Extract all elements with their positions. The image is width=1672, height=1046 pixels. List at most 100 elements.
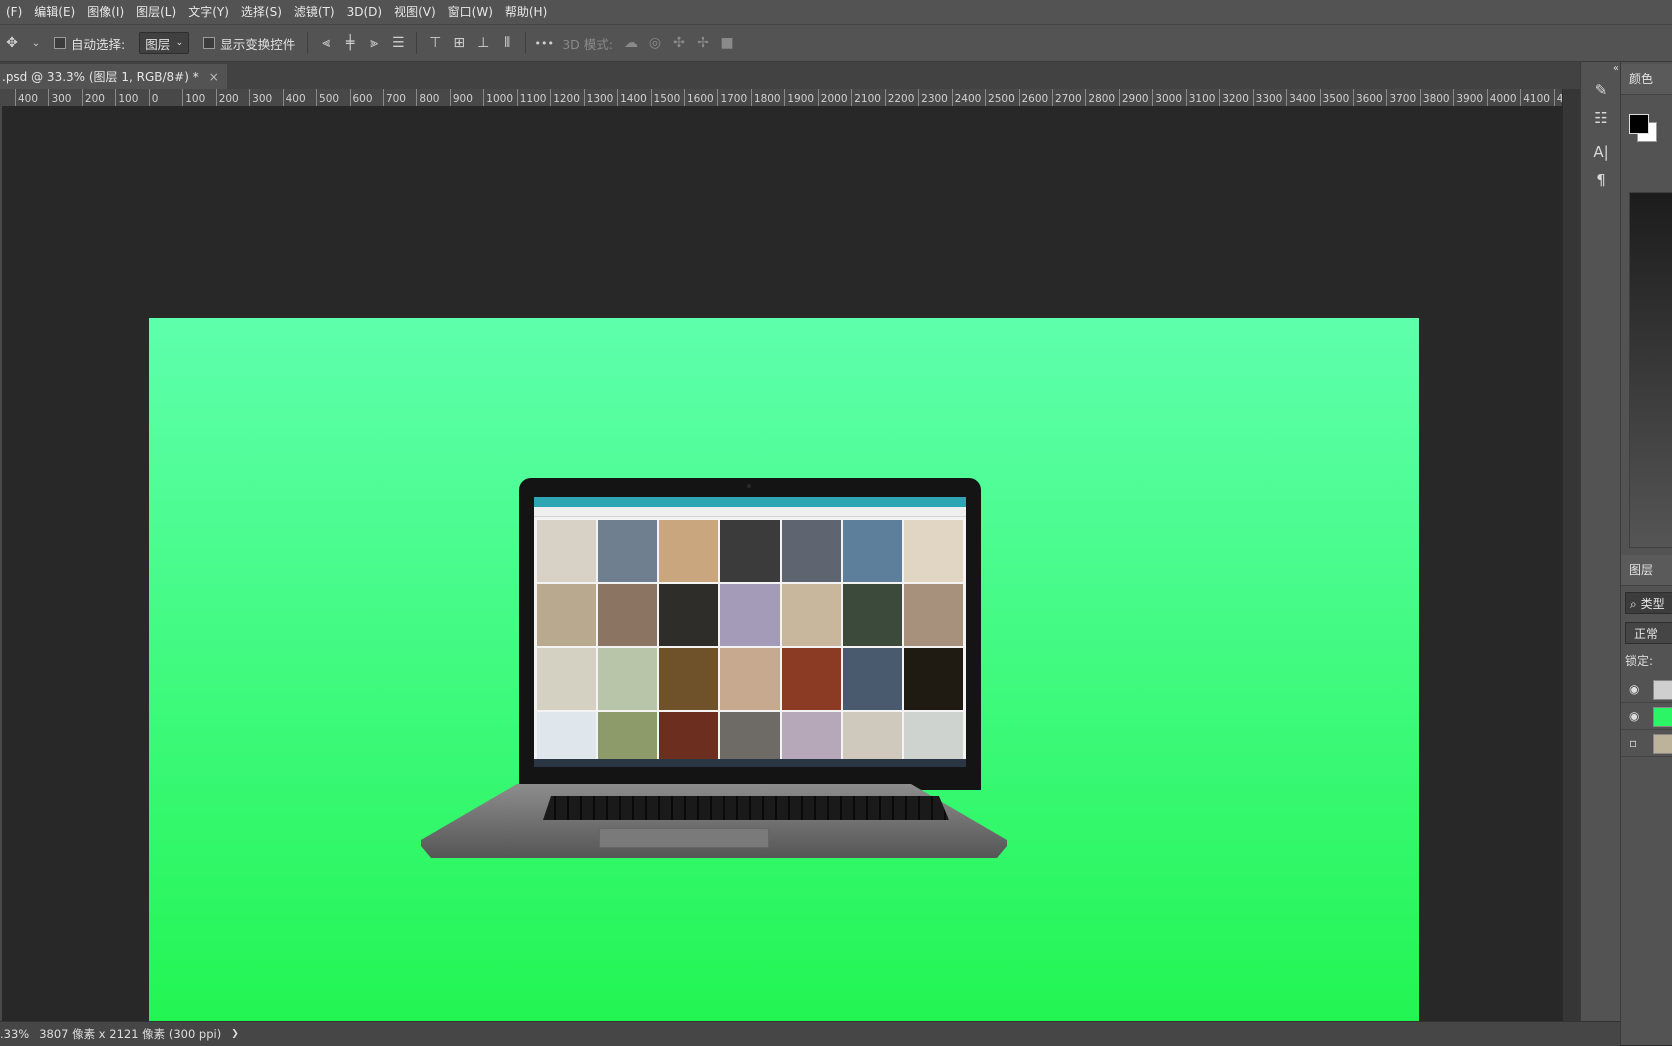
status-menu-arrow[interactable]: ❯: [231, 1029, 239, 1039]
ruler-tick: 3200: [1219, 89, 1249, 106]
menu-image[interactable]: 图像(I): [81, 0, 130, 24]
3d-pan-icon[interactable]: ✣: [669, 33, 689, 53]
ruler-tick: 2500: [985, 89, 1015, 106]
tab-layers[interactable]: 图层: [1621, 555, 1672, 586]
ruler-tick: 3100: [1185, 89, 1216, 106]
3d-camera-icon[interactable]: ■: [717, 33, 737, 53]
browser-address-bar: [534, 507, 966, 517]
ruler-tick: 1600: [684, 89, 714, 106]
ruler-tick: 1400: [617, 89, 647, 106]
layer-thumbnail: [1653, 734, 1672, 754]
blend-mode-dropdown[interactable]: 正常: [1625, 622, 1672, 644]
foreground-color-swatch[interactable]: [1629, 114, 1649, 134]
layer-row[interactable]: ◉: [1621, 703, 1672, 730]
ruler-tick: 4100: [1520, 89, 1550, 106]
distribute-vertical-icon[interactable]: ⫴: [497, 33, 517, 53]
photo-tile: [781, 520, 841, 582]
color-spectrum[interactable]: [1629, 192, 1672, 548]
paragraph-icon[interactable]: ¶: [1581, 166, 1621, 194]
3d-slide-icon[interactable]: ✢: [693, 33, 713, 53]
document-tab-title: .psd @ 33.3% (图层 1, RGB/8#) *: [2, 70, 199, 84]
ruler-tick: 500: [316, 89, 340, 106]
vertical-scrollbar[interactable]: [1562, 89, 1581, 1021]
webcam: [747, 484, 751, 488]
menu-help[interactable]: 帮助(H): [499, 0, 553, 24]
ruler-tick: 1200: [550, 89, 580, 106]
distribute-horizontal-icon[interactable]: ☰: [388, 33, 408, 53]
menu-select[interactable]: 选择(S): [235, 0, 288, 24]
menu-edit[interactable]: 编辑(E): [28, 0, 81, 24]
menu-window[interactable]: 窗口(W): [442, 0, 499, 24]
auto-select-dropdown[interactable]: 图层 ⌄: [139, 32, 190, 54]
auto-select-checkbox[interactable]: 自动选择:: [54, 34, 125, 53]
eye-hidden-icon[interactable]: ▫: [1629, 736, 1637, 750]
menu-type[interactable]: 文字(Y): [182, 0, 235, 24]
align-hcenter-icon[interactable]: ╪: [340, 33, 360, 53]
menu-3d[interactable]: 3D(D): [341, 0, 388, 24]
ruler-tick: 1700: [717, 89, 748, 106]
auto-select-value: 图层: [145, 36, 171, 52]
ruler-tick: 1800: [750, 89, 781, 106]
laptop-image: [419, 478, 1009, 866]
menu-filter[interactable]: 滤镜(T): [288, 0, 341, 24]
search-icon: ⌕: [1630, 597, 1637, 611]
layer-filter-dropdown[interactable]: ⌕ 类型: [1625, 592, 1672, 614]
ruler-tick: 2100: [851, 89, 881, 106]
3d-roll-icon[interactable]: ◎: [645, 33, 665, 53]
screen-taskbar: [534, 759, 966, 767]
ruler-tick: 700: [382, 89, 406, 106]
photo-tile: [842, 648, 902, 710]
document-tab[interactable]: .psd @ 33.3% (图层 1, RGB/8#) * ×: [0, 64, 227, 89]
menu-view[interactable]: 视图(V): [388, 0, 442, 24]
checkbox-box[interactable]: [203, 37, 216, 49]
document-tab-bar: .psd @ 33.3% (图层 1, RGB/8#) * ×: [0, 62, 1580, 89]
layer-row[interactable]: ◉: [1621, 676, 1672, 703]
chevron-down-icon[interactable]: ⌄: [26, 33, 46, 53]
ruler-tick: 2700: [1051, 89, 1082, 106]
align-left-icon[interactable]: ⫷: [316, 33, 336, 53]
canvas-area[interactable]: [2, 106, 1562, 1024]
laptop-lid: [519, 478, 981, 790]
photo-tile: [659, 520, 719, 582]
menu-bar: (F) 编辑(E) 图像(I) 图层(L) 文字(Y) 选择(S) 滤镜(T) …: [0, 0, 1672, 24]
align-vcenter-icon[interactable]: ⊞: [449, 33, 469, 53]
close-icon[interactable]: ×: [209, 70, 219, 84]
photo-tile: [781, 648, 841, 710]
photo-tile: [903, 584, 963, 646]
ruler-tick: 2900: [1118, 89, 1149, 106]
show-transform-checkbox[interactable]: 显示变换控件: [203, 34, 295, 53]
align-top-icon[interactable]: ⊤: [425, 33, 445, 53]
ruler-tick: 2800: [1085, 89, 1116, 106]
align-right-icon[interactable]: ⫸: [364, 33, 384, 53]
checkbox-box[interactable]: [54, 37, 66, 49]
move-tool-icon[interactable]: ✥: [2, 33, 22, 53]
ruler-tick: 100: [182, 89, 206, 106]
layer-thumbnail: [1653, 707, 1672, 727]
more-options-button[interactable]: •••: [534, 33, 554, 53]
character-icon[interactable]: A|: [1581, 138, 1621, 166]
divider: [525, 32, 527, 54]
align-bottom-icon[interactable]: ⊥: [473, 33, 493, 53]
laptop-screen: [534, 497, 966, 767]
ruler-tick: 3300: [1252, 89, 1283, 106]
tab-color[interactable]: 颜色: [1621, 64, 1672, 95]
horizontal-ruler[interactable]: 400 300 200 100 0 100 200 300 400 500 600 700 800 900…: [0, 89, 1562, 107]
eye-icon[interactable]: ◉: [1629, 682, 1639, 696]
eye-icon[interactable]: ◉: [1629, 709, 1639, 723]
layer-row[interactable]: ▫: [1621, 730, 1672, 757]
photo-tile: [781, 584, 841, 646]
collapse-icon[interactable]: «: [1581, 62, 1621, 76]
adjustments-icon[interactable]: ☷: [1581, 104, 1621, 132]
zoom-level[interactable]: .33%: [0, 1027, 29, 1041]
ruler-tick: 3400: [1286, 89, 1316, 106]
menu-file[interactable]: (F): [0, 0, 28, 24]
photo-tile: [537, 520, 597, 582]
3d-orbit-icon[interactable]: ☁: [621, 33, 641, 53]
artboard[interactable]: [149, 318, 1419, 1024]
menu-layer[interactable]: 图层(L): [130, 0, 182, 24]
auto-select-label: 自动选择:: [71, 36, 126, 52]
photo-tile: [598, 648, 658, 710]
ruler-tick: 800: [416, 89, 440, 106]
ruler-tick: 3700: [1386, 89, 1417, 106]
brush-settings-icon[interactable]: ✎: [1581, 76, 1621, 104]
